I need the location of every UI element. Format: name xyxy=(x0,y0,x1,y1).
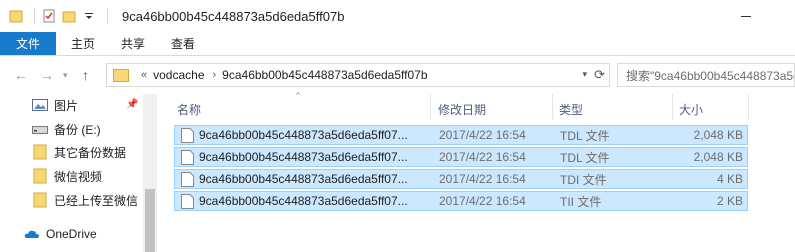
quick-access-toolbar xyxy=(0,0,114,32)
file-type: TDI 文件 xyxy=(560,172,607,187)
ribbon-tabs: 文件 主页 共享 查看 xyxy=(0,32,795,56)
onedrive-icon xyxy=(24,226,40,242)
sidebar-item-onedrive[interactable]: OneDrive xyxy=(24,223,97,245)
sidebar-item-label: 已经上传至微信 xyxy=(54,193,139,208)
properties-icon[interactable] xyxy=(41,8,57,24)
new-folder-icon[interactable] xyxy=(61,8,77,24)
table-row[interactable]: 9ca46bb00b45c448873a5d6eda5ff07... 2017/… xyxy=(174,147,748,167)
column-divider[interactable] xyxy=(430,94,431,120)
folder-icon xyxy=(32,144,48,160)
file-size: 2 KB xyxy=(716,194,743,208)
folder-icon xyxy=(32,168,48,184)
column-divider[interactable] xyxy=(748,94,749,120)
sidebar-item-label: OneDrive xyxy=(46,227,97,241)
folder-icon xyxy=(32,192,48,208)
file-type: TDL 文件 xyxy=(560,150,610,165)
file-date: 2017/4/22 16:54 xyxy=(439,194,526,208)
column-divider[interactable] xyxy=(672,94,673,120)
drive-icon xyxy=(32,121,48,137)
column-header-name[interactable]: 名称 xyxy=(177,98,201,120)
content-scroll-area[interactable] xyxy=(755,94,795,252)
sidebar-item-wechat-video[interactable]: 微信视频 xyxy=(32,165,102,187)
navigation-pane: 图片 📌 备份 (E:) 其它备份数据 微信视频 已经上传至微信 OneDriv… xyxy=(0,94,157,252)
navigation-scrollbar[interactable] xyxy=(143,94,157,252)
file-size: 2,048 KB xyxy=(693,128,743,142)
table-row[interactable]: 9ca46bb00b45c448873a5d6eda5ff07... 2017/… xyxy=(174,169,748,189)
folder-icon xyxy=(8,8,24,24)
file-list: ^ 名称 修改日期 类型 大小 9ca46bb00b45c448873a5d6e… xyxy=(157,91,795,252)
file-name: 9ca46bb00b45c448873a5d6eda5ff07... xyxy=(199,128,408,142)
breadcrumb-current-folder[interactable]: 9ca46bb00b45c448873a5d6eda5ff07b xyxy=(222,68,427,82)
customize-toolbar-icon[interactable] xyxy=(81,8,97,24)
recent-locations-icon[interactable]: ▾ xyxy=(63,70,68,81)
sidebar-item-uploaded-wechat[interactable]: 已经上传至微信 xyxy=(32,189,144,211)
file-icon xyxy=(181,128,194,143)
sidebar-item-pictures[interactable]: 图片 xyxy=(32,94,78,116)
breadcrumb-chevron-icon[interactable]: › xyxy=(213,69,217,81)
file-name: 9ca46bb00b45c448873a5d6eda5ff07... xyxy=(199,172,408,186)
title-bar: 9ca46bb00b45c448873a5d6eda5ff07b xyxy=(0,0,795,32)
forward-arrow-icon[interactable]: → xyxy=(40,67,54,83)
file-size: 2,048 KB xyxy=(693,150,743,164)
address-bar[interactable]: « vodcache › 9ca46bb00b45c448873a5d6eda5… xyxy=(106,63,610,87)
up-arrow-icon[interactable]: ↑ xyxy=(82,67,89,83)
overflow-chevron-icon[interactable]: « xyxy=(141,69,147,81)
minimize-icon xyxy=(741,15,751,17)
sort-ascending-icon: ^ xyxy=(296,91,300,100)
file-date: 2017/4/22 16:54 xyxy=(439,172,526,186)
back-arrow-icon[interactable]: ← xyxy=(14,67,28,83)
file-name: 9ca46bb00b45c448873a5d6eda5ff07... xyxy=(199,150,408,164)
file-size: 4 KB xyxy=(716,172,743,186)
table-row[interactable]: 9ca46bb00b45c448873a5d6eda5ff07... 2017/… xyxy=(174,125,748,145)
tab-file[interactable]: 文件 xyxy=(0,32,56,55)
sidebar-item-label: 图片 xyxy=(54,98,79,113)
sidebar-item-label: 其它备份数据 xyxy=(54,145,127,160)
search-input[interactable]: 搜索"9ca46bb00b45c448873a5d6 xyxy=(617,63,795,87)
scrollbar-thumb[interactable] xyxy=(145,189,155,252)
toolbar-divider xyxy=(107,8,108,24)
pictures-icon xyxy=(32,97,48,113)
file-date: 2017/4/22 16:54 xyxy=(439,128,526,142)
column-header-date[interactable]: 修改日期 xyxy=(438,98,486,120)
folder-icon xyxy=(113,69,129,82)
tab-home[interactable]: 主页 xyxy=(58,32,108,55)
search-placeholder: 搜索"9ca46bb00b45c448873a5d6 xyxy=(626,68,795,83)
sidebar-item-label: 备份 (E:) xyxy=(54,122,101,137)
file-icon xyxy=(181,172,194,187)
sidebar-item-backup-drive[interactable]: 备份 (E:) xyxy=(32,118,101,140)
sidebar-item-other-backup[interactable]: 其它备份数据 xyxy=(32,141,126,163)
tab-share[interactable]: 共享 xyxy=(108,32,158,55)
pin-icon[interactable]: 📌 xyxy=(126,99,138,110)
minimize-button[interactable] xyxy=(723,0,769,32)
table-row[interactable]: 9ca46bb00b45c448873a5d6eda5ff07... 2017/… xyxy=(174,191,748,211)
file-type: TII 文件 xyxy=(560,194,602,209)
toolbar-divider xyxy=(34,8,35,24)
column-header-type[interactable]: 类型 xyxy=(559,98,583,120)
file-date: 2017/4/22 16:54 xyxy=(439,150,526,164)
column-header-size[interactable]: 大小 xyxy=(679,98,703,120)
window-title: 9ca46bb00b45c448873a5d6eda5ff07b xyxy=(122,8,345,24)
file-name: 9ca46bb00b45c448873a5d6eda5ff07... xyxy=(199,194,408,208)
sidebar-item-label: 微信视频 xyxy=(54,169,103,184)
tab-view[interactable]: 查看 xyxy=(158,32,208,55)
address-row: ← → ▾ ↑ « vodcache › 9ca46bb00b45c448873… xyxy=(0,56,795,94)
file-icon xyxy=(181,194,194,209)
breadcrumb-vodcache[interactable]: vodcache xyxy=(153,68,204,82)
column-divider[interactable] xyxy=(552,94,553,120)
file-type: TDL 文件 xyxy=(560,128,610,143)
address-dropdown-icon[interactable]: ▾ xyxy=(582,69,587,80)
refresh-icon[interactable]: ⟳ xyxy=(594,67,605,83)
file-icon xyxy=(181,150,194,165)
